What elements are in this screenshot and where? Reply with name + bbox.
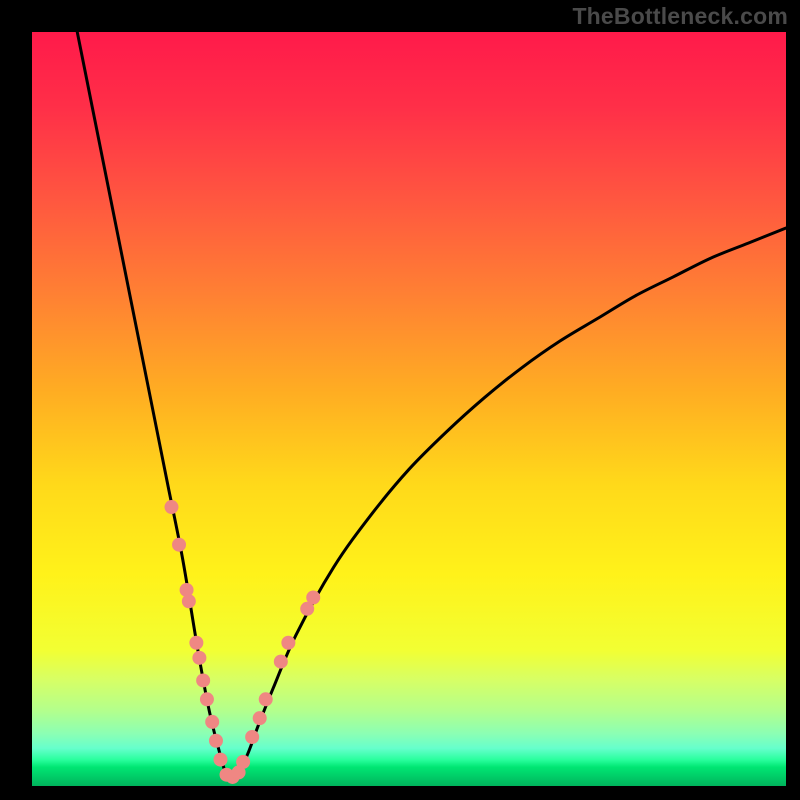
sample-dot — [209, 734, 223, 748]
sample-dot — [189, 636, 203, 650]
gradient-background — [32, 32, 786, 786]
sample-dot — [306, 591, 320, 605]
sample-dot — [245, 730, 259, 744]
sample-dot — [164, 500, 178, 514]
sample-dot — [200, 692, 214, 706]
plot-area — [32, 32, 786, 786]
sample-dot — [205, 715, 219, 729]
sample-dot — [172, 538, 186, 552]
sample-dot — [196, 673, 210, 687]
sample-dot — [259, 692, 273, 706]
sample-dot — [182, 594, 196, 608]
sample-dot — [214, 753, 228, 767]
sample-dot — [236, 755, 250, 769]
sample-dot — [253, 711, 267, 725]
watermark-label: TheBottleneck.com — [572, 3, 788, 30]
plot-svg — [32, 32, 786, 786]
sample-dot — [192, 651, 206, 665]
sample-dot — [281, 636, 295, 650]
sample-dot — [274, 655, 288, 669]
chart-canvas: TheBottleneck.com — [0, 0, 800, 800]
